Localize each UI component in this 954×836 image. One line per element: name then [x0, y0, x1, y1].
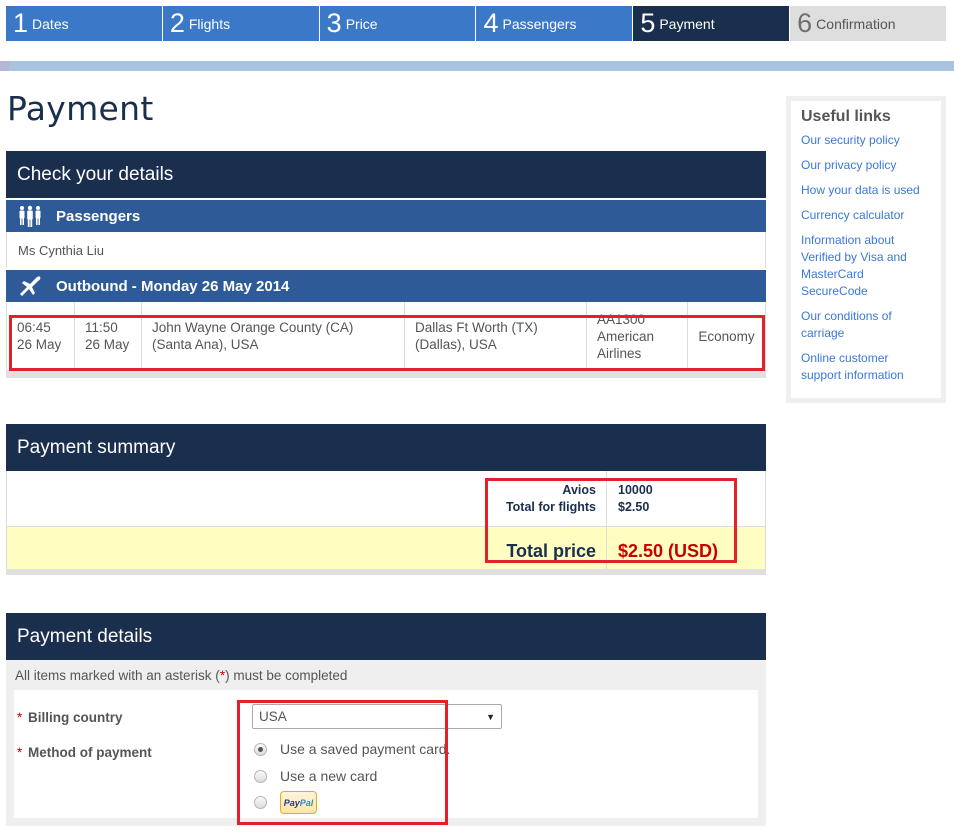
- step-number: 2: [169, 8, 185, 38]
- flight-row: 06:45 26 May 11:50 26 May John Wayne Orang…: [6, 302, 766, 370]
- airplane-icon: [16, 275, 44, 297]
- airline-line2: Airlines: [597, 345, 642, 361]
- step-number: 3: [326, 8, 342, 38]
- payment-method-saved-card[interactable]: Use a saved payment card.: [254, 741, 450, 757]
- link-data-usage[interactable]: How your data is used: [801, 182, 931, 199]
- outbound-heading-label: Outbound - Monday 26 May 2014: [56, 277, 290, 295]
- passengers-icon: [16, 205, 44, 227]
- passengers-heading-label: Passengers: [56, 207, 141, 225]
- step-dates[interactable]: 1 Dates: [6, 6, 162, 41]
- arrival-time: 11:50: [85, 320, 118, 335]
- payment-method-label: Use a saved payment card.: [280, 741, 451, 757]
- step-label: Flights: [188, 15, 231, 32]
- payment-summary-panel: Payment summary Avios Total for flights …: [6, 424, 766, 575]
- page-title: Payment: [7, 89, 154, 128]
- destination-line2: (Dallas), USA: [415, 337, 497, 352]
- cabin-cell: Economy: [688, 302, 765, 370]
- origin-line2: (Santa Ana), USA: [152, 337, 259, 352]
- link-verified-by-visa[interactable]: Information about Verified by Visa and M…: [801, 232, 931, 300]
- origin-cell: John Wayne Orange County (CA) (Santa Ana)…: [142, 302, 405, 370]
- required-asterisk: *: [17, 710, 23, 725]
- booking-progress-steps: 1 Dates 2 Flights 3 Price 4 Passengers 5…: [6, 6, 946, 41]
- radio-button[interactable]: [254, 796, 267, 809]
- note-text: All items marked with an asterisk (: [15, 667, 220, 683]
- passenger-name: Ms Cynthia Liu: [6, 232, 766, 268]
- radio-button[interactable]: [254, 769, 267, 783]
- avios-value: 10000: [618, 483, 653, 497]
- payment-method-paypal[interactable]: Pay Pal: [254, 791, 317, 814]
- panel-footer: [6, 370, 766, 378]
- panel-footer: [6, 569, 766, 575]
- payment-details-heading: Payment details: [6, 613, 766, 660]
- paypal-logo-icon: Pay Pal: [280, 791, 317, 814]
- billing-country-select[interactable]: USA ▼: [252, 704, 502, 729]
- flights-total-value: $2.50: [618, 500, 650, 514]
- airline-line1: American: [597, 328, 655, 344]
- paypal-pay-text: Pay: [283, 797, 300, 808]
- destination-line1: Dallas Ft Worth (TX): [415, 320, 538, 335]
- flight-number: AA1300: [597, 311, 646, 327]
- outbound-heading: Outbound - Monday 26 May 2014: [6, 268, 766, 302]
- decorative-banner: [0, 61, 954, 71]
- step-number: 1: [13, 8, 29, 38]
- note-text: ) must be completed: [225, 667, 348, 683]
- step-passengers[interactable]: 4 Passengers: [476, 6, 633, 41]
- step-price[interactable]: 3 Price: [319, 6, 476, 41]
- origin-line1: John Wayne Orange County (CA): [152, 320, 354, 335]
- payment-details-panel: Payment details All items marked with an…: [6, 613, 766, 826]
- step-label: Payment: [659, 15, 715, 32]
- cabin-class: Economy: [698, 328, 755, 344]
- required-asterisk: *: [17, 745, 23, 760]
- step-flights[interactable]: 2 Flights: [162, 6, 319, 41]
- summary-breakdown-row: Avios Total for flights 10000 $2.50: [7, 471, 765, 527]
- check-details-panel: Check your details Passengers Ms Cynthia…: [6, 151, 766, 378]
- method-of-payment-label: * Method of payment: [17, 745, 152, 760]
- destination-cell: Dallas Ft Worth (TX) (Dallas), USA: [405, 302, 587, 370]
- arrival-date: 26 May: [85, 337, 130, 352]
- step-label: Dates: [32, 15, 69, 32]
- useful-links-sidebar: Useful links Our security policy Our pri…: [786, 96, 946, 403]
- chevron-down-icon: ▼: [486, 712, 495, 722]
- departure-date: 26 May: [17, 337, 62, 352]
- step-label: Price: [345, 15, 378, 32]
- step-number: 6: [797, 8, 813, 38]
- step-payment: 5 Payment: [633, 6, 790, 41]
- useful-links-heading: Useful links: [801, 108, 891, 125]
- check-details-heading: Check your details: [6, 151, 766, 198]
- step-label: Passengers: [502, 15, 577, 32]
- payment-summary-heading: Payment summary: [6, 424, 766, 471]
- total-price-row: Total price $2.50 (USD): [7, 527, 765, 569]
- link-security-policy[interactable]: Our security policy: [801, 132, 931, 149]
- passengers-heading: Passengers: [6, 198, 766, 232]
- departure-cell: 06:45 26 May: [7, 302, 75, 370]
- link-customer-support[interactable]: Online customer support information: [801, 350, 931, 384]
- arrival-cell: 11:50 26 May: [75, 302, 142, 370]
- payment-method-label: Use a new card: [280, 768, 378, 784]
- flights-total-label: Total for flights: [505, 500, 596, 514]
- billing-country-label: * Billing country: [17, 710, 123, 725]
- payment-details-body: All items marked with an asterisk ( * ) mu…: [6, 660, 766, 826]
- step-confirmation: 6 Confirmation: [790, 6, 946, 41]
- link-privacy-policy[interactable]: Our privacy policy: [801, 157, 931, 174]
- departure-time: 06:45: [17, 320, 51, 335]
- radio-button[interactable]: [254, 742, 267, 756]
- payment-form: * Billing country USA ▼ * Method of paym…: [14, 690, 758, 818]
- payment-method-new-card[interactable]: Use a new card: [254, 768, 377, 784]
- method-of-payment-label-text: Method of payment: [28, 745, 152, 760]
- step-number: 4: [483, 8, 499, 38]
- step-label: Confirmation: [816, 15, 896, 32]
- total-price-value: $2.50 (USD): [618, 540, 719, 561]
- billing-country-value: USA: [259, 709, 287, 724]
- link-conditions-of-carriage[interactable]: Our conditions of carriage: [801, 308, 931, 342]
- avios-label: Avios: [562, 483, 596, 497]
- billing-country-label-text: Billing country: [28, 710, 123, 725]
- paypal-pal-text: Pal: [299, 797, 314, 808]
- link-currency-calculator[interactable]: Currency calculator: [801, 207, 931, 224]
- total-price-label: Total price: [7, 527, 607, 569]
- payment-summary-body: Avios Total for flights 10000 $2.50 Tota…: [6, 471, 766, 569]
- step-number: 5: [640, 8, 656, 38]
- flight-number-cell: AA1300 American Airlines: [587, 302, 688, 370]
- required-fields-note: All items marked with an asterisk (*) mu…: [14, 660, 758, 690]
